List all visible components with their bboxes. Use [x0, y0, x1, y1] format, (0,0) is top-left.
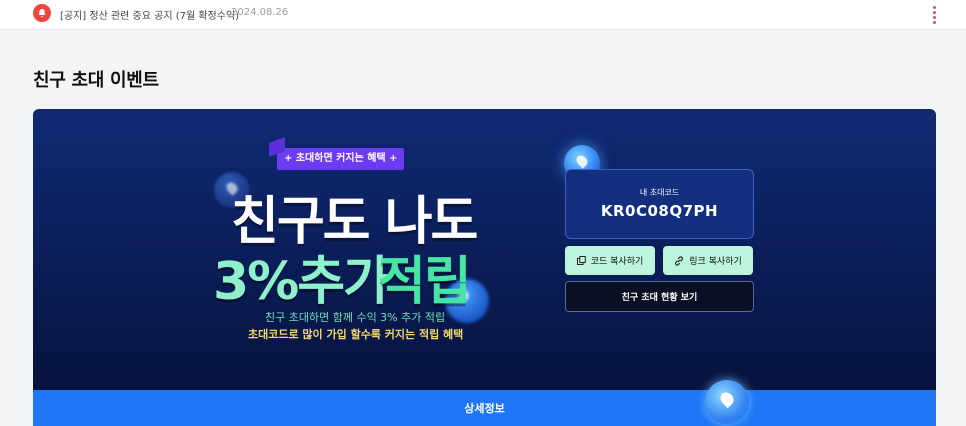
- more-dot-icon: [932, 21, 936, 24]
- more-menu-button[interactable]: [925, 3, 943, 27]
- benefit-tag: + 초대하면 커지는 혜택 +: [277, 148, 405, 170]
- link-icon: [675, 255, 684, 266]
- notice-bar[interactable]: [공지] 정산 관련 중요 공지 (7월 확정수익) 2024.08.26: [0, 0, 966, 30]
- page-title: 친구 초대 이벤트: [33, 70, 159, 91]
- invite-code-value: KR0C08Q7PH: [600, 202, 719, 220]
- headline-line2-reward: 적립: [378, 252, 472, 312]
- copy-code-button[interactable]: 코드 복사하기: [565, 246, 655, 275]
- banner-subtitle-highlight: 초대코드로 많이 가입 할수록 커지는 적립 혜택: [248, 328, 464, 341]
- coin-icon: [705, 380, 749, 424]
- copy-icon: [576, 256, 586, 265]
- more-dot-icon: [932, 6, 936, 9]
- more-dot-icon: [932, 11, 936, 14]
- invite-status-button[interactable]: 친구 초대 현황 보기: [565, 281, 754, 312]
- more-dot-icon: [932, 16, 936, 19]
- invite-banner: + 초대하면 커지는 혜택 + 친구도 나도 3%추가 적립 친구 초대하면 함…: [33, 109, 936, 399]
- copy-link-button[interactable]: 링크 복사하기: [663, 246, 753, 275]
- details-button[interactable]: 상세정보: [33, 390, 936, 426]
- notice-date: 2024.08.26: [231, 7, 289, 18]
- invite-code-label: 내 초대코드: [639, 188, 680, 197]
- invite-status-label: 친구 초대 현황 보기: [621, 293, 698, 303]
- banner-subtitle: 친구 초대하면 함께 수익 3% 추가 적립: [265, 311, 446, 324]
- invite-code-box: 내 초대코드 KR0C08Q7PH: [565, 169, 754, 239]
- notice-title[interactable]: [공지] 정산 관련 중요 공지 (7월 확정수익): [60, 7, 239, 22]
- details-label: 상세정보: [464, 402, 505, 415]
- copy-link-label: 링크 복사하기: [689, 257, 742, 267]
- headline-line2-percent: 3%추가: [213, 252, 391, 312]
- copy-code-label: 코드 복사하기: [590, 257, 644, 267]
- bell-icon: [33, 4, 51, 22]
